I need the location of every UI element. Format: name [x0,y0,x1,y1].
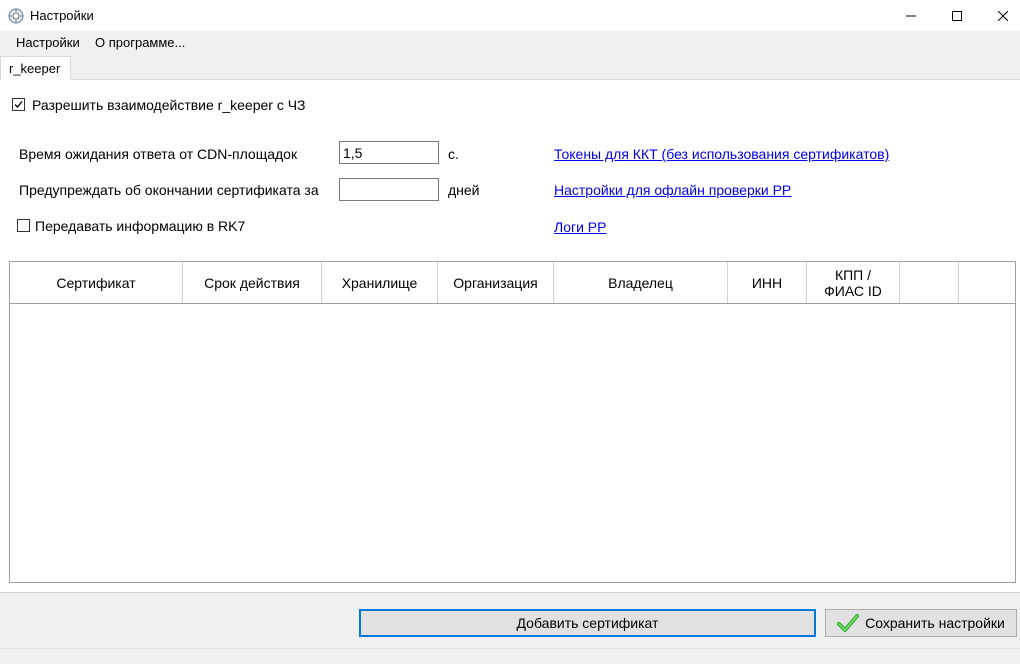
tokens-link[interactable]: Токены для ККТ (без использования сертиф… [554,146,889,162]
send-rk7-checkbox[interactable] [17,219,30,232]
column-storage[interactable]: Хранилище [322,262,438,303]
cdn-timeout-input[interactable] [339,141,439,164]
tab-label: r_keeper [9,61,61,76]
save-settings-button[interactable]: Сохранить настройки [825,609,1017,637]
column-empty-1[interactable] [900,262,959,303]
cdn-timeout-unit: с. [448,146,459,162]
column-validity[interactable]: Срок действия [183,262,322,303]
title-bar: Настройки [0,0,1020,31]
table-header: Сертификат Срок действия Хранилище Орган… [10,262,1015,304]
offline-settings-link[interactable]: Настройки для офлайн проверки РР [554,182,791,198]
column-certificate[interactable]: Сертификат [10,262,183,303]
add-certificate-label: Добавить сертификат [516,615,659,631]
column-empty-2[interactable] [959,262,1015,303]
close-icon [998,10,1008,21]
window-title: Настройки [30,8,94,23]
status-bar [0,648,1020,664]
minimize-button[interactable] [888,0,934,31]
maximize-icon [952,10,962,21]
menu-about[interactable]: О программе... [95,35,185,50]
close-button[interactable] [980,0,1020,31]
save-settings-label: Сохранить настройки [865,615,1005,631]
certificates-table[interactable]: Сертификат Срок действия Хранилище Орган… [9,261,1016,583]
minimize-icon [906,15,916,16]
column-owner[interactable]: Владелец [554,262,728,303]
allow-interaction-checkbox[interactable] [12,98,25,111]
column-kpp-fias[interactable]: КПП / ФИАС ID [807,262,900,303]
logs-link[interactable]: Логи РР [554,219,606,235]
cert-warning-input[interactable] [339,178,439,201]
tab-strip: r_keeper [0,54,1020,81]
column-inn[interactable]: ИНН [728,262,807,303]
cdn-timeout-label: Время ожидания ответа от CDN-площадок [19,146,298,162]
cert-warning-unit: дней [448,182,480,198]
tab-r-keeper[interactable]: r_keeper [0,56,71,81]
column-organization[interactable]: Организация [438,262,554,303]
menu-bar: Настройки О программе... [0,31,1020,54]
allow-interaction-label: Разрешить взаимодействие r_keeper с ЧЗ [32,97,306,113]
green-check-icon [837,614,860,632]
send-rk7-label: Передавать информацию в RK7 [35,218,246,234]
menu-settings[interactable]: Настройки [16,35,80,50]
checkmark-icon [14,101,23,108]
cert-warning-label: Предупреждать об окончании сертификата з… [19,182,319,198]
maximize-button[interactable] [934,0,980,31]
add-certificate-button[interactable]: Добавить сертификат [359,609,816,637]
app-icon [8,8,24,24]
settings-panel: Разрешить взаимодействие r_keeper с ЧЗ В… [0,80,1020,592]
